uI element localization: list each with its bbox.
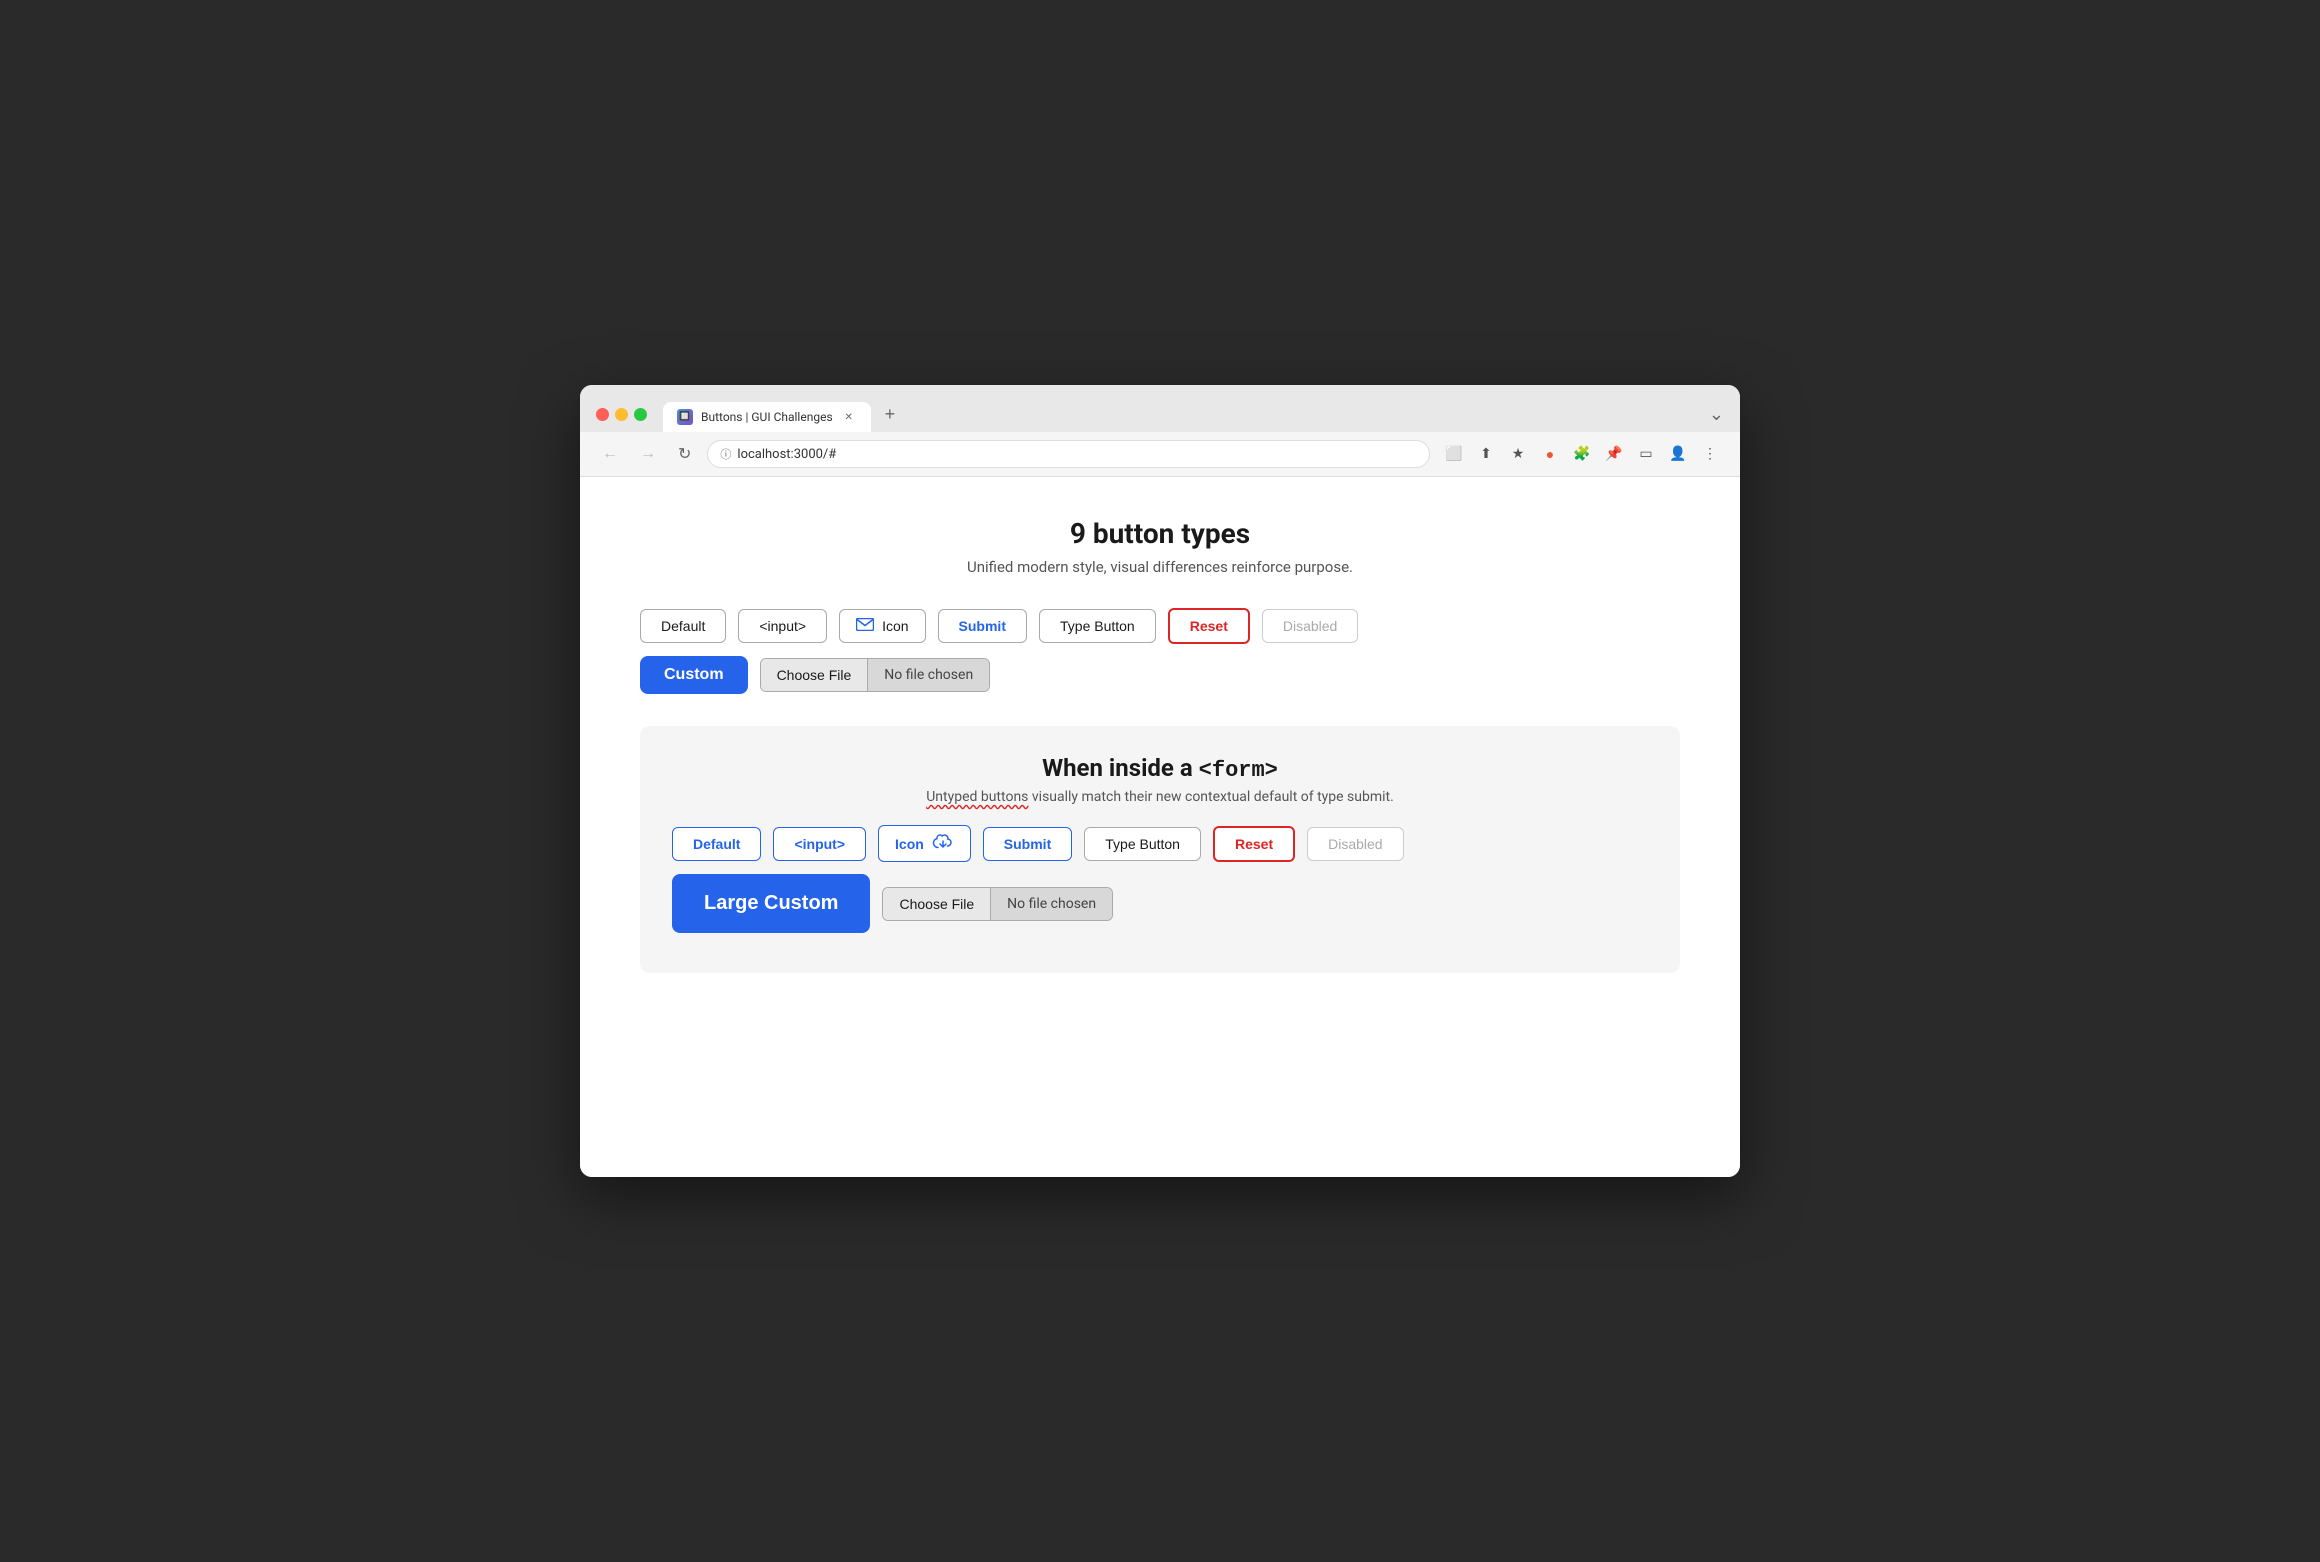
form-disabled-button: Disabled [1307,827,1403,861]
nav-bar: ← → ↻ ⓘ localhost:3000/# ⬜ ⬆ ★ ● 🧩 📌 ▭ 👤… [580,432,1740,477]
minimize-button[interactable] [615,408,628,421]
disabled-button: Disabled [1262,609,1358,643]
address-text: localhost:3000/# [737,447,836,462]
external-link-icon[interactable]: ⬜ [1440,440,1468,468]
traffic-lights [596,408,647,421]
mail-icon [856,618,874,634]
form-reset-button[interactable]: Reset [1213,826,1295,862]
subtitle-rest: visually match their new contextual defa… [1028,789,1393,805]
reload-button[interactable]: ↻ [672,440,697,468]
tab-title: Buttons | GUI Challenges [701,410,833,424]
share-icon[interactable]: ⬆ [1472,440,1500,468]
choose-file-button[interactable]: Choose File [761,659,869,691]
forward-button[interactable]: → [634,441,662,467]
button-row-1: Default <input> Icon Submit Type Button … [640,608,1680,644]
form-default-button[interactable]: Default [672,827,761,861]
form-button-row-2: Large Custom Choose File No file chosen [672,874,1648,933]
form-section: When inside a <form> Untyped buttons vis… [640,726,1680,973]
type-button[interactable]: Type Button [1039,609,1156,643]
close-button[interactable] [596,408,609,421]
form-icon-button[interactable]: Icon [878,825,971,862]
new-tab-button[interactable]: + [875,397,906,432]
window-chevron-icon[interactable]: ⌄ [1709,404,1724,425]
back-button[interactable]: ← [596,441,624,467]
form-heading-code: <form> [1199,758,1278,783]
puzzle-icon[interactable]: 🧩 [1568,440,1596,468]
icon-button-label: Icon [882,618,908,634]
nav-icons: ⬜ ⬆ ★ ● 🧩 📌 ▭ 👤 ⋮ [1440,440,1724,468]
profile-icon[interactable]: 👤 [1664,440,1692,468]
main-title-section: 9 button types Unified modern style, vis… [640,517,1680,576]
no-file-label: No file chosen [868,659,989,691]
tab-favicon: 🔲 [677,409,693,425]
tab-bar: 🔲 Buttons | GUI Challenges ✕ + [663,397,1701,432]
reset-button[interactable]: Reset [1168,608,1250,644]
form-choose-file-button[interactable]: Choose File [883,888,991,920]
page-content: 9 button types Unified modern style, vis… [580,477,1740,1177]
custom-button[interactable]: Custom [640,656,748,694]
button-row-2: Custom Choose File No file chosen [640,656,1680,694]
lock-icon: ⓘ [720,446,731,462]
form-heading-text: When inside a [1042,754,1199,782]
submit-button[interactable]: Submit [938,609,1027,643]
memo-icon[interactable]: 📌 [1600,440,1628,468]
form-section-title: When inside a <form> Untyped buttons vis… [672,754,1648,805]
tab-close-icon[interactable]: ✕ [841,409,857,425]
icon-button[interactable]: Icon [839,609,925,643]
bookmark-icon[interactable]: ★ [1504,440,1532,468]
input-button[interactable]: <input> [738,609,827,643]
cloud-icon [932,834,954,853]
untyped-text: Untyped buttons [926,789,1028,805]
form-button-row-1: Default <input> Icon Submit Type Button … [672,825,1648,862]
file-input-wrapper: Choose File No file chosen [760,658,991,692]
form-section-heading: When inside a <form> [672,754,1648,783]
form-file-input-wrapper: Choose File No file chosen [882,887,1113,921]
form-icon-label: Icon [895,836,924,852]
menu-icon[interactable]: ⋮ [1696,440,1724,468]
active-tab[interactable]: 🔲 Buttons | GUI Challenges ✕ [663,402,871,432]
browser-window: 🔲 Buttons | GUI Challenges ✕ + ⌄ ← → ↻ ⓘ… [580,385,1740,1177]
address-bar[interactable]: ⓘ localhost:3000/# [707,440,1430,468]
form-no-file-label: No file chosen [991,888,1112,920]
sidebar-icon[interactable]: ▭ [1632,440,1660,468]
default-button[interactable]: Default [640,609,726,643]
title-bar: 🔲 Buttons | GUI Challenges ✕ + ⌄ [580,385,1740,432]
extensions-icon[interactable]: ● [1536,440,1564,468]
form-input-button[interactable]: <input> [773,827,866,861]
form-section-subtitle: Untyped buttons visually match their new… [672,789,1648,805]
form-type-button[interactable]: Type Button [1084,827,1201,861]
maximize-button[interactable] [634,408,647,421]
page-title: 9 button types [640,517,1680,550]
page-subtitle: Unified modern style, visual differences… [640,558,1680,576]
form-submit-button[interactable]: Submit [983,827,1072,861]
large-custom-button[interactable]: Large Custom [672,874,870,933]
